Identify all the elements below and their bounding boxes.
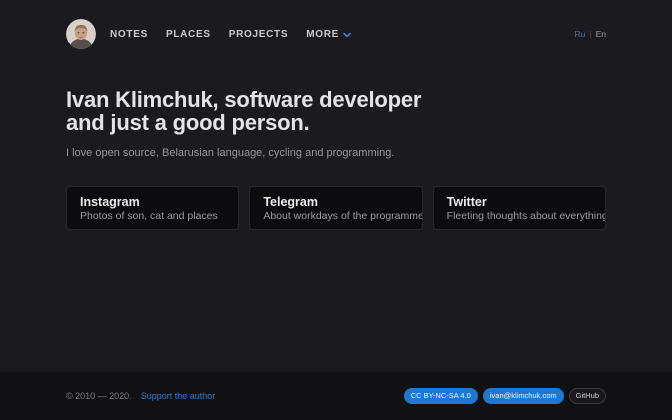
card-title: Instagram: [80, 194, 225, 210]
card-description: Photos of son, cat and places: [80, 210, 225, 223]
nav-item-places[interactable]: PLACES: [166, 29, 211, 40]
copyright-text: © 2010 — 2020.: [66, 391, 132, 401]
page-title: Ivan Klimchuk, software developer and ju…: [66, 88, 606, 134]
support-author-link[interactable]: Support the author: [141, 391, 216, 401]
email-badge[interactable]: ivan@klimchuk.com: [483, 388, 564, 404]
license-badge[interactable]: CC BY-NC-SA 4.0: [404, 388, 478, 404]
nav-item-notes[interactable]: NOTES: [110, 29, 148, 40]
avatar[interactable]: [66, 19, 96, 49]
card-telegram[interactable]: Telegram About workdays of the programme…: [249, 186, 422, 230]
github-badge[interactable]: GitHub: [569, 388, 606, 404]
nav-item-more[interactable]: MORE: [306, 29, 351, 40]
chevron-down-icon: [343, 32, 351, 38]
footer-badges: CC BY-NC-SA 4.0 ivan@klimchuk.com GitHub: [404, 388, 606, 404]
card-twitter[interactable]: Twitter Fleeting thoughts about everythi…: [433, 186, 606, 230]
avatar-photo-icon: [66, 19, 96, 49]
card-description: About workdays of the programmer: [263, 210, 408, 223]
language-switcher: Ru | En: [575, 29, 607, 39]
nav-item-projects[interactable]: PROJECTS: [229, 29, 289, 40]
top-nav: NOTES PLACES PROJECTS MORE Ru | En: [66, 19, 606, 49]
nav-item-more-label: MORE: [306, 29, 339, 40]
lang-ru-link[interactable]: Ru: [575, 29, 586, 39]
card-title: Telegram: [263, 194, 408, 210]
nav-links: NOTES PLACES PROJECTS MORE: [110, 29, 351, 40]
hero-section: Ivan Klimchuk, software developer and ju…: [66, 88, 606, 159]
lang-separator: |: [589, 29, 591, 39]
footer: © 2010 — 2020. Support the author CC BY-…: [0, 372, 672, 420]
page-title-line1: Ivan Klimchuk, software developer: [66, 88, 606, 111]
card-title: Twitter: [447, 194, 592, 210]
hero-subtitle: I love open source, Belarusian language,…: [66, 147, 606, 159]
card-instagram[interactable]: Instagram Photos of son, cat and places: [66, 186, 239, 230]
lang-en-current: En: [596, 29, 606, 39]
page-title-line2: and just a good person.: [66, 111, 606, 134]
footer-left: © 2010 — 2020. Support the author: [66, 391, 215, 401]
social-cards: Instagram Photos of son, cat and places …: [66, 186, 606, 230]
card-description: Fleeting thoughts about everything: [447, 210, 592, 223]
